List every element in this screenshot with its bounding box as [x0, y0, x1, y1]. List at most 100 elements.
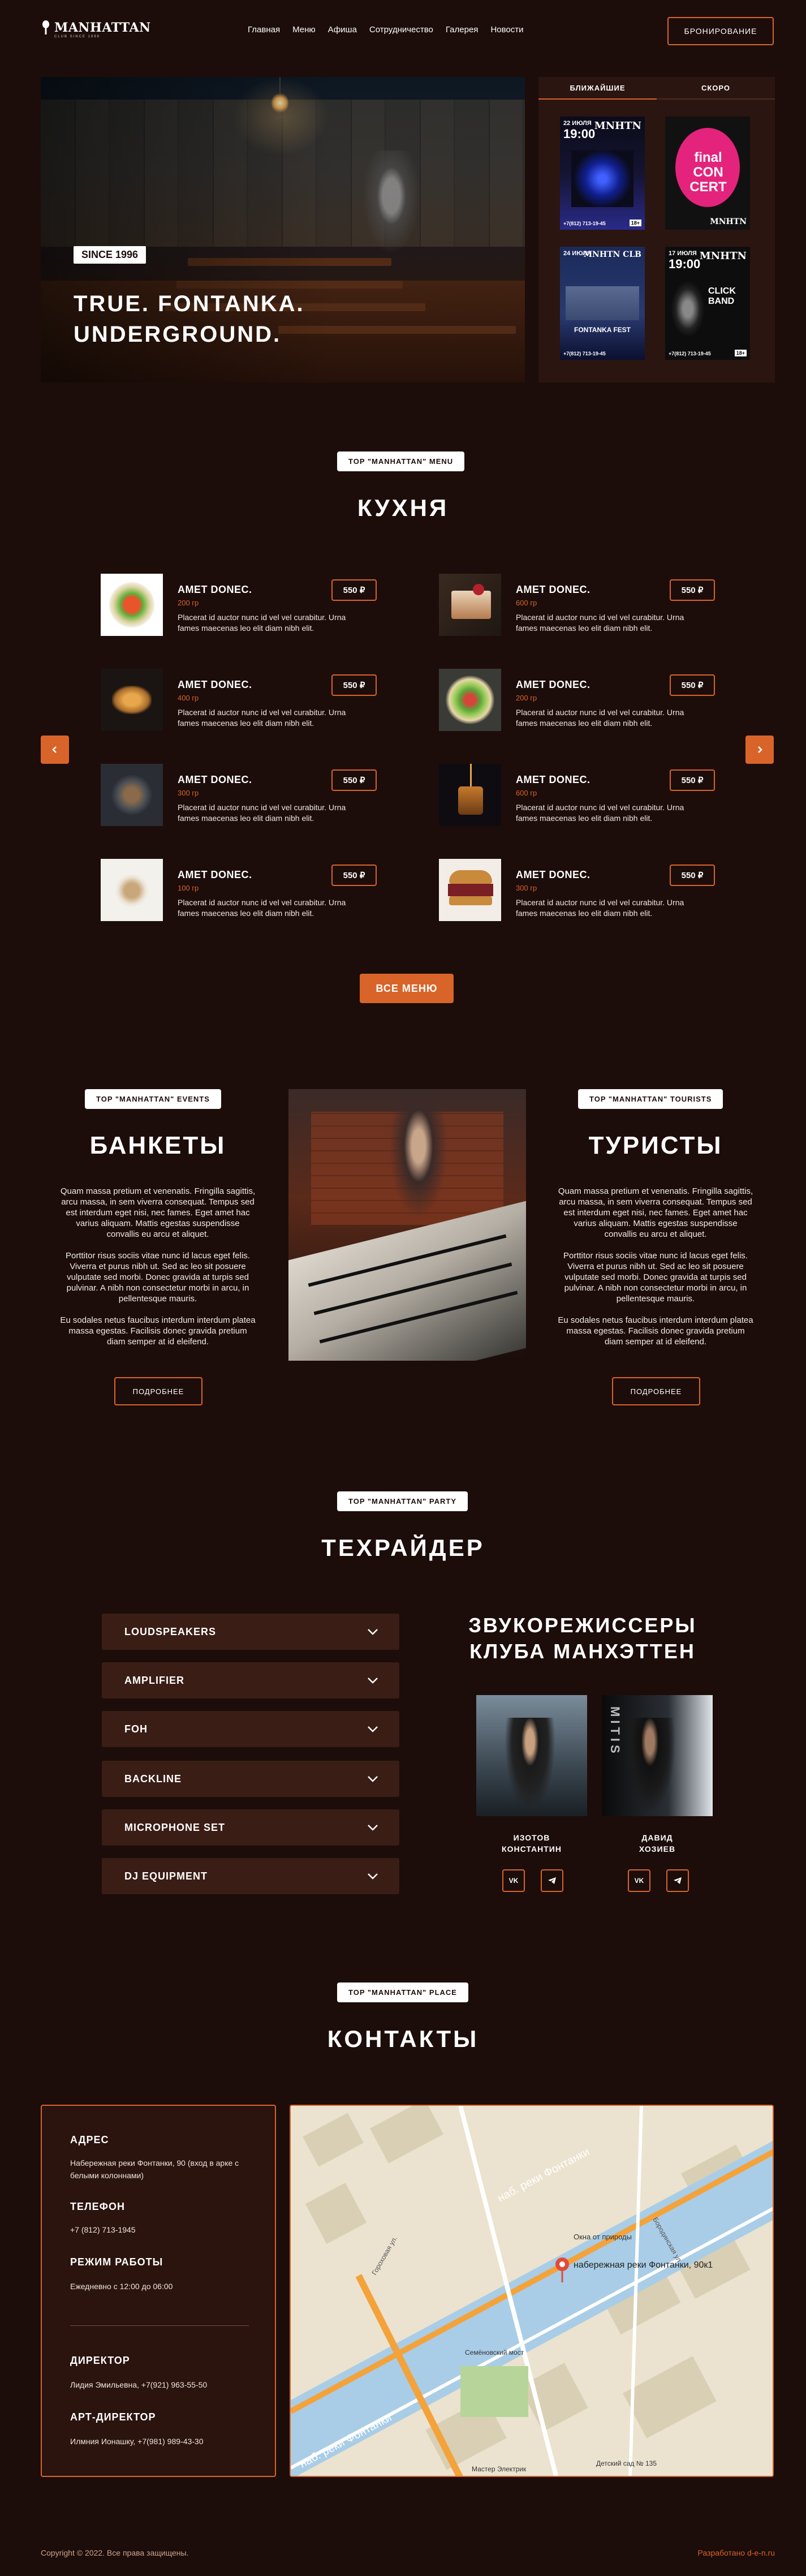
phone-value[interactable]: +7 (812) 713-1945: [70, 2224, 257, 2236]
banquets-paragraph: Quam massa pretium et venenatis. Fringil…: [60, 1186, 256, 1239]
dish-price[interactable]: 550 ₽: [331, 674, 377, 696]
booking-button[interactable]: Бронирование: [667, 17, 774, 45]
map-pin-label: набережная реки Фонтанки, 90к1: [574, 2260, 713, 2270]
nav-item-gallery[interactable]: Галерея: [446, 25, 479, 35]
menu-item[interactable]: AMET DONEC. 300 гр Placerat id auctor nu…: [439, 859, 750, 927]
poster-brand: MNHTN: [594, 120, 641, 132]
event-poster-1[interactable]: 22 ИЮЛЯ 19:00 MNHTN +7(812) 713-19-45 18…: [560, 117, 645, 230]
nav-item-cooperation[interactable]: Сотрудничество: [369, 25, 433, 35]
dish-name: AMET DONEC.: [516, 679, 591, 690]
accordion-foh[interactable]: FOH: [102, 1711, 399, 1747]
banquets-more-button[interactable]: Подробнее: [114, 1377, 202, 1405]
accordion-microphone-set[interactable]: MICROPHONE SET: [102, 1809, 399, 1846]
dish-photo: [101, 574, 163, 636]
accordion-loudspeakers[interactable]: LOUDSPEAKERS: [102, 1614, 399, 1650]
chevron-left-icon: [52, 746, 57, 753]
accordion-amplifier[interactable]: AMPLIFIER: [102, 1662, 399, 1698]
dish-price[interactable]: 550 ₽: [670, 769, 715, 791]
art-director-value: Илмния Ионашку, +7(981) 989-43-30: [70, 2437, 204, 2446]
menu-item[interactable]: AMET DONEC. 100 гр Placerat id auctor nu…: [101, 859, 412, 927]
dish-price[interactable]: 550 ₽: [670, 865, 715, 886]
banquets-text: Quam massa pretium et venenatis. Fringil…: [59, 1186, 257, 1358]
vk-icon[interactable]: VK: [628, 1869, 650, 1892]
nav-item-menu[interactable]: Меню: [292, 25, 316, 35]
poster-date: 17 ИЮЛЯ: [669, 250, 697, 257]
dish-description: Placerat id auctor nunc id vel vel curab…: [516, 803, 684, 823]
menu-item[interactable]: AMET DONEC. 400 гр Placerat id auctor nu…: [101, 669, 412, 737]
nav-item-afisha[interactable]: Афиша: [328, 25, 357, 35]
menu-item[interactable]: AMET DONEC. 200 гр Placerat id auctor nu…: [101, 574, 412, 642]
director-value: Лидия Эмильевна, +7(921) 963-55-50: [70, 2380, 208, 2389]
menu-next-button[interactable]: [745, 736, 774, 764]
dish-price[interactable]: 550 ₽: [331, 865, 377, 886]
tab-soon[interactable]: СКОРО: [657, 77, 775, 100]
hours-label: РЕЖИМ РАБОТЫ: [70, 2256, 163, 2268]
hero-title-line2: UNDERGROUND.: [74, 322, 282, 347]
tourists-more-button[interactable]: Подробнее: [612, 1377, 700, 1405]
event-poster-4[interactable]: 17 ИЮЛЯ 19:00 MNHTN CLICK BAND +7(812) 7…: [665, 247, 750, 360]
dish-photo: [439, 574, 501, 636]
vk-icon[interactable]: VK: [502, 1869, 525, 1892]
map-poi-label: Детский сад № 135: [596, 2459, 657, 2467]
dish-description: Placerat id auctor nunc id vel vel curab…: [178, 803, 346, 823]
menu-item[interactable]: AMET DONEC. 200 гр Placerat id auctor nu…: [439, 669, 750, 737]
dish-weight: 300 гр: [178, 789, 199, 797]
menu-item[interactable]: AMET DONEC. 600 гр Placerat id auctor nu…: [439, 574, 750, 642]
event-poster-3[interactable]: 24 ИЮЛЯ MNHTN CLB FONTANKA FEST +7(812) …: [560, 247, 645, 360]
menu-prev-button[interactable]: [41, 736, 69, 764]
menu-title: КУХНЯ: [357, 494, 449, 521]
telegram-icon[interactable]: [541, 1869, 563, 1892]
poster-phone: +7(812) 713-19-45: [563, 351, 606, 356]
dish-description: Placerat id auctor nunc id vel vel curab…: [178, 613, 346, 633]
poster-title: final CON CERT: [689, 150, 727, 195]
art-director-label: АРТ-ДИРЕКТОР: [70, 2411, 156, 2423]
dish-weight: 200 гр: [178, 599, 199, 607]
logo[interactable]: MANHATTAN: [41, 20, 151, 35]
engineer-name-line: ХОЗИЕВ: [639, 1844, 676, 1853]
dish-description: Placerat id auctor nunc id vel vel curab…: [178, 708, 346, 728]
chevron-down-icon: [368, 1825, 378, 1831]
map-poi-label: Семёновский мост: [465, 2349, 524, 2356]
contacts-badge: TOP "MANHATTAN" PLACE: [337, 1982, 468, 2002]
engineer-photo: MITIS: [602, 1695, 713, 1816]
poster-time: 19:00: [563, 127, 596, 141]
accordion-dj-equipment[interactable]: DJ EQUIPMENT: [102, 1858, 399, 1894]
sound-engineers-title: ЗВУКОРЕЖИССЕРЫ КЛУБА МАНХЭТТЕН: [468, 1614, 697, 1663]
dish-price[interactable]: 550 ₽: [331, 579, 377, 601]
dish-description: Placerat id auctor nunc id vel vel curab…: [178, 898, 346, 918]
dish-price[interactable]: 550 ₽: [670, 579, 715, 601]
tourists-title: ТУРИСТЫ: [588, 1132, 723, 1159]
dish-photo: [439, 764, 501, 826]
dish-weight: 200 гр: [516, 694, 537, 702]
banquets-badge: TOP "MANHATTAN" EVENTS: [85, 1089, 221, 1109]
menu-badge: TOP "MANHATTAN" MENU: [337, 451, 465, 471]
poster-age: 18+: [734, 350, 747, 356]
dish-name: AMET DONEC.: [178, 584, 252, 595]
accordion-backline[interactable]: BACKLINE: [102, 1761, 399, 1797]
event-poster-2[interactable]: final CON CERT MNHTN: [665, 117, 750, 230]
map-poi-label: Окна от природы: [574, 2233, 632, 2241]
dish-photo: [101, 764, 163, 826]
dish-photo: [101, 669, 163, 731]
accordion-label: FOH: [124, 1723, 148, 1735]
dish-name: AMET DONEC.: [516, 774, 591, 785]
menu-item[interactable]: AMET DONEC. 300 гр Placerat id auctor nu…: [101, 764, 412, 832]
banquets-paragraph: Eu sodales netus faucibus interdum inter…: [60, 1315, 256, 1347]
dish-price[interactable]: 550 ₽: [331, 769, 377, 791]
nav-item-news[interactable]: Новости: [490, 25, 523, 35]
dish-weight: 100 гр: [178, 884, 199, 892]
map-canvas[interactable]: набережная реки Фонтанки, 90к1 наб. реки…: [291, 2106, 774, 2477]
phone-label: ТЕЛЕФОН: [70, 2201, 125, 2212]
logo-subtitle: CLUB SINCE 1996: [54, 35, 101, 38]
chevron-down-icon: [368, 1873, 378, 1880]
address-label: АДРЕС: [70, 2134, 109, 2145]
developer-credit[interactable]: Разработано d-e-n.ru: [696, 2548, 775, 2557]
all-menu-button[interactable]: ВСЕ МЕНЮ: [360, 974, 454, 1003]
telegram-icon[interactable]: [666, 1869, 689, 1892]
accordion-label: MICROPHONE SET: [124, 1821, 226, 1833]
dish-price[interactable]: 550 ₽: [670, 674, 715, 696]
tab-upcoming[interactable]: БЛИЖАЙШИЕ: [538, 77, 657, 100]
map[interactable]: набережная реки Фонтанки, 90к1 наб. реки…: [290, 2105, 774, 2477]
menu-item[interactable]: AMET DONEC. 600 гр Placerat id auctor nu…: [439, 764, 750, 832]
nav-item-home[interactable]: Главная: [248, 25, 280, 35]
